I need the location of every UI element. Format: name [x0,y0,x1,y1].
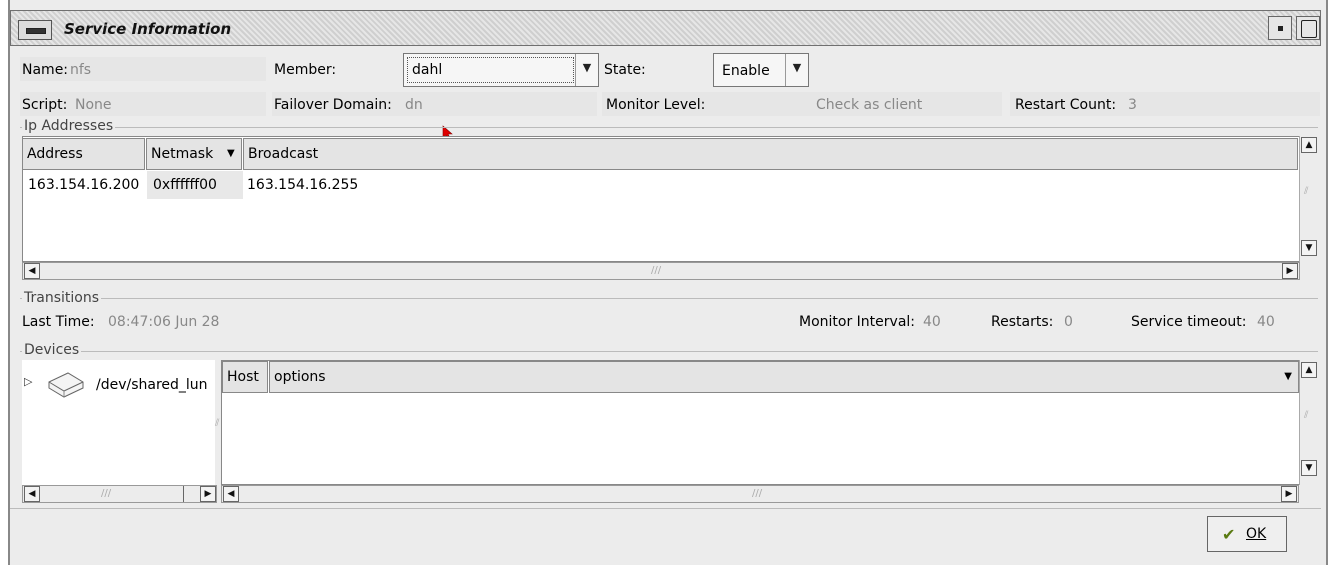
column-header-address[interactable]: Address [22,138,145,170]
address-cell: 163.154.16.200 [28,177,140,193]
scroll-right-icon[interactable]: ▶ [1281,486,1297,502]
scroll-up-icon[interactable]: ▲ [1301,137,1317,153]
ip-group-line [20,127,1318,128]
scroll-left-icon[interactable]: ◀ [223,486,239,502]
devices-vertical-scrollbar[interactable]: ▲ ⫽ ▼ [1299,360,1318,485]
transitions-group-title: Transitions [22,290,101,306]
monitor-interval-value: 40 [923,314,941,330]
restart-count-value: 3 [1128,97,1137,113]
window-menu-icon [26,28,46,34]
name-value: nfs [70,62,92,78]
state-combo-value: Enable [722,63,770,79]
column-header-netmask[interactable]: Netmask ▼ [146,138,242,170]
service-timeout-value: 40 [1257,314,1275,330]
service-timeout-label: Service timeout: [1131,314,1247,330]
state-label: State: [604,62,646,78]
scroll-grip: /// [752,488,763,499]
triangle-right-icon[interactable]: ▷ [24,375,32,388]
column-header-broadcast[interactable]: Broadcast [243,138,1298,170]
last-time-label: Last Time: [22,314,95,330]
options-horizontal-scrollbar[interactable]: ◀ /// ▶ [221,485,1299,503]
script-value: None [75,97,112,113]
check-icon: ✔ [1222,525,1236,544]
monitor-level-value: Check as client [816,97,923,113]
scroll-thumb[interactable] [183,486,200,502]
scroll-right-icon[interactable]: ▶ [200,486,216,502]
restarts-label: Restarts: [991,314,1054,330]
chevron-down-icon: ▼ [575,54,598,86]
button-separator [10,508,1321,509]
name-label: Name: [22,62,69,78]
column-header-host[interactable]: Host [222,361,268,393]
chevron-down-icon: ▼ [785,54,808,86]
ip-vertical-scrollbar[interactable]: ▲ ⫽ ▼ [1299,136,1318,262]
scroll-right-icon[interactable]: ▶ [1282,263,1298,279]
member-combo-value: dahl [412,62,443,78]
scroll-down-icon[interactable]: ▼ [1301,460,1317,476]
failover-domain-label: Failover Domain: [274,97,392,113]
maximize-button[interactable] [1296,16,1320,40]
window-title: Service Information [64,20,232,38]
scroll-left-icon[interactable]: ◀ [24,486,40,502]
transitions-group-line [20,298,1318,299]
member-combo[interactable]: dahl ▼ [403,53,599,87]
minimize-button[interactable] [1268,16,1292,40]
broadcast-cell: 163.154.16.255 [247,177,359,193]
minimize-icon [1278,26,1283,31]
scroll-grip: /// [651,265,662,276]
sort-arrow-icon: ▼ [227,148,235,159]
netmask-cell: 0xffffff00 [153,177,217,193]
sort-arrow-icon: ▼ [1284,371,1292,382]
member-label: Member: [274,62,337,78]
table-row[interactable]: 163.154.16.200 0xffffff00 163.154.16.255 [22,171,1298,199]
maximize-icon [1301,20,1317,38]
failover-domain-value: dn [405,97,423,113]
restart-count-label: Restart Count: [1015,97,1117,113]
window-menu-button[interactable] [18,20,52,40]
scroll-grip: ⫽ [1304,186,1309,197]
ip-group-title: Ip Addresses [22,118,116,134]
script-label: Script: [22,97,68,113]
ok-button[interactable]: ✔ OK [1207,516,1287,552]
restarts-value: 0 [1064,314,1073,330]
pane-splitter[interactable]: ⫽ [215,418,219,429]
devices-group-line [20,351,1318,352]
monitor-level-label: Monitor Level: [606,97,706,113]
scroll-left-icon[interactable]: ◀ [24,263,40,279]
monitor-interval-label: Monitor Interval: [799,314,915,330]
state-combo[interactable]: Enable ▼ [713,53,809,87]
tree-horizontal-scrollbar[interactable]: ◀ /// ▶ [22,485,217,503]
device-tree-item[interactable]: /dev/shared_lun [96,377,208,393]
last-time-value: 08:47:06 Jun 28 [108,314,220,330]
scroll-grip: ⫽ [1304,410,1309,421]
ok-button-label: OK [1246,526,1267,542]
devices-group-title: Devices [22,342,82,358]
disk-drive-icon [48,372,84,398]
scroll-up-icon[interactable]: ▲ [1301,362,1317,378]
column-header-options[interactable]: options ▼ [269,361,1299,393]
ip-horizontal-scrollbar[interactable]: ◀ /// ▶ [22,262,1300,280]
scroll-down-icon[interactable]: ▼ [1301,240,1317,256]
scroll-grip: /// [101,488,112,499]
